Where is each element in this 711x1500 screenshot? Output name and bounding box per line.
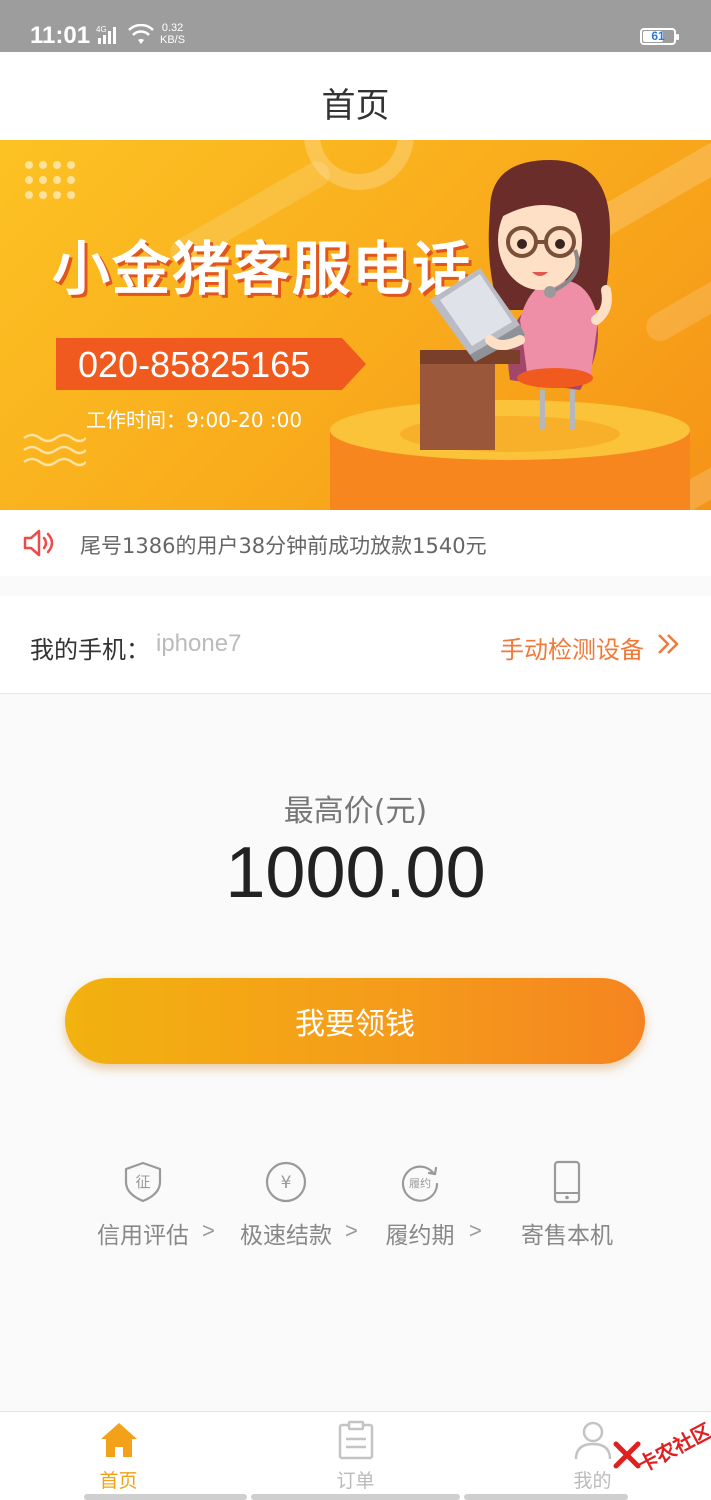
- home-indicator: [464, 1494, 628, 1500]
- double-chevron-right-icon[interactable]: [656, 632, 682, 656]
- status-bar: 11:01 4G 0.32 KB/S 61: [0, 0, 711, 52]
- service-agent-illustration: [420, 160, 612, 450]
- feature-credit-assessment[interactable]: 征 信用评估 >: [68, 1160, 218, 1250]
- watermark-text: 卡农社区: [633, 1418, 711, 1478]
- page-title: 首页: [321, 86, 390, 126]
- work-hours: 工作时间：9:00-20 :00: [86, 408, 303, 432]
- device-label: 我的手机：: [30, 636, 150, 664]
- network-speed-value: 0.32: [161, 22, 184, 34]
- status-time: 11:01: [30, 22, 91, 49]
- signal-icon: 4G: [96, 25, 116, 44]
- wifi-icon: [128, 24, 154, 44]
- user-icon: [574, 1421, 611, 1460]
- max-price-value: 1000.00: [225, 833, 486, 913]
- device-model: iphone7: [156, 630, 242, 657]
- network-speed-unit: KB/S: [160, 34, 186, 46]
- nav-label: 首页: [99, 1470, 138, 1492]
- nav-home[interactable]: 首页: [0, 1412, 237, 1500]
- home-icon: [100, 1423, 137, 1457]
- nav-label: 订单: [336, 1470, 375, 1492]
- chevron-right-icon: >: [469, 1218, 482, 1243]
- battery-level: 61: [651, 29, 665, 43]
- feature-label: 极速结款: [240, 1223, 332, 1249]
- stripe-decoration: [641, 261, 711, 347]
- dots-decoration: [25, 161, 75, 199]
- nav-orders[interactable]: 订单: [237, 1412, 474, 1500]
- yuan-circle-icon: ¥: [265, 1161, 307, 1203]
- feature-icon-text: ¥: [281, 1173, 292, 1193]
- network-speed: 0.32 KB/S: [160, 22, 185, 46]
- contract-cycle-icon: 履约: [401, 1165, 439, 1202]
- service-phone-number: 020-85825165: [78, 344, 311, 385]
- battery-icon: 61: [640, 28, 679, 45]
- wave-decoration: [23, 433, 86, 467]
- home-indicator: [251, 1494, 460, 1500]
- home-indicator: [84, 1494, 247, 1500]
- clipboard-icon: [338, 1420, 373, 1460]
- feature-label: 信用评估: [97, 1223, 189, 1249]
- loan-notice-bar: 尾号1386的用户38分钟前成功放款1540元: [0, 510, 711, 576]
- bottom-nav: 首页 订单 我的: [0, 1411, 711, 1500]
- feature-contract-period[interactable]: 履约 履约期 >: [345, 1160, 495, 1250]
- device-row: 我的手机： iphone7 手动检测设备: [0, 596, 711, 694]
- get-money-button[interactable]: 我要领钱: [65, 978, 645, 1064]
- notice-text: 尾号1386的用户38分钟前成功放款1540元: [80, 534, 487, 558]
- credit-shield-icon: 征: [124, 1161, 162, 1203]
- network-label: 4G: [96, 25, 107, 34]
- feature-label: 寄售本机: [521, 1223, 613, 1249]
- feature-consign-device[interactable]: 寄售本机: [492, 1160, 642, 1250]
- speaker-icon: [23, 529, 54, 557]
- community-watermark: 卡农社区: [608, 1410, 711, 1490]
- phone-device-icon: [553, 1160, 581, 1204]
- title-bar: 首页: [0, 52, 711, 140]
- max-price-label: 最高价(元): [283, 794, 428, 829]
- customer-service-banner[interactable]: 小金猪客服电话 020-85825165 工作时间：9:00-20 :00: [0, 140, 711, 510]
- feature-icon-text: 征: [135, 1173, 150, 1191]
- feature-icon-text: 履约: [409, 1177, 431, 1190]
- manual-detect-link[interactable]: 手动检测设备: [500, 630, 644, 665]
- phone-tag: 020-85825165: [56, 338, 366, 390]
- feature-fast-payment[interactable]: ¥ 极速结款 >: [211, 1160, 361, 1250]
